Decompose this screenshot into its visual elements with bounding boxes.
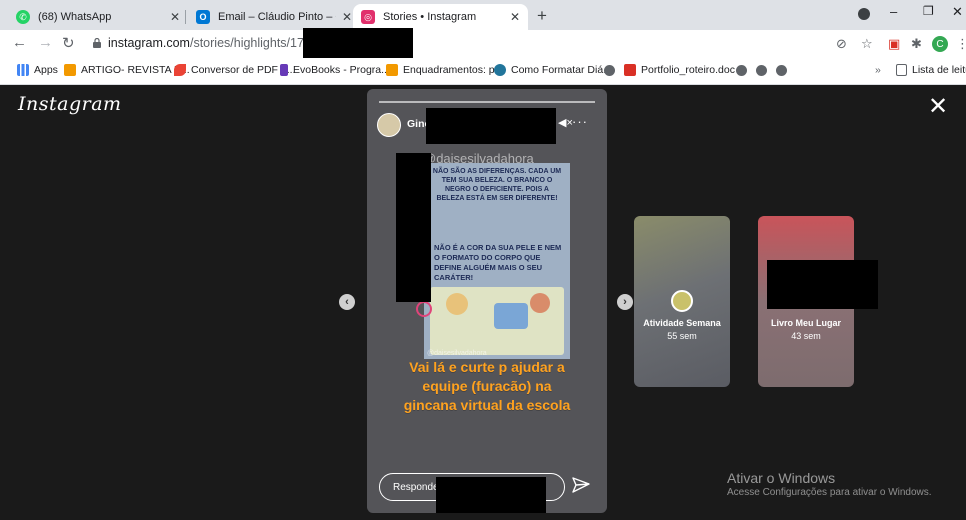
redaction-box	[426, 108, 556, 144]
bookmark-star-icon[interactable]: ☆	[861, 36, 873, 52]
redaction-box	[767, 260, 878, 309]
tab-title: (68) WhatsApp	[38, 11, 112, 23]
illustration-child	[446, 293, 468, 315]
close-tab-icon[interactable]: ✕	[510, 10, 520, 24]
reading-list-icon	[896, 64, 907, 76]
close-tab-icon[interactable]: ✕	[342, 10, 352, 24]
apps-grid-icon	[17, 64, 29, 76]
bookmark-label: EvoBooks - Progra...	[293, 64, 390, 76]
instagram-logo[interactable]: Instagram	[18, 93, 122, 115]
redaction-box	[396, 153, 431, 302]
folder-icon	[386, 64, 398, 76]
bookmark-globe[interactable]	[604, 61, 615, 79]
redaction-box	[303, 28, 413, 60]
close-stories-icon[interactable]: ✕	[928, 92, 948, 121]
poster-text-top: NÃO SÃO AS DIFERENÇAS. CADA UM TEM SUA B…	[432, 168, 562, 202]
illustration-child	[530, 293, 550, 313]
bookmark-label: Lista de leitura	[912, 64, 966, 76]
bookmark-globe[interactable]	[736, 61, 747, 79]
pdf-icon	[624, 64, 636, 76]
instagram-icon: ◎	[361, 10, 375, 24]
highlight-title: Atividade Semana	[643, 318, 721, 328]
bookmark-enquadramentos[interactable]: Enquadramentos: p...	[386, 61, 503, 79]
extension-mail-icon[interactable]: ▣	[888, 36, 900, 52]
tracking-off-icon[interactable]: ⊘	[836, 36, 847, 52]
back-icon[interactable]: ←	[12, 34, 27, 51]
highlight-card-atividade[interactable]: Atividade Semana 55 sem	[634, 216, 730, 387]
bookmark-label: Como Formatar Diá...	[511, 64, 612, 76]
restore-icon[interactable]: ❐	[923, 4, 934, 18]
bookmark-label: Portfolio_roteiro.doc	[641, 64, 735, 76]
menu-kebab-icon[interactable]: ⋮	[956, 36, 966, 52]
globe-icon	[736, 64, 747, 76]
wordpress-icon	[494, 64, 506, 76]
windows-activation-title: Ativar o Windows	[727, 470, 836, 486]
profile-avatar[interactable]: C	[932, 36, 948, 52]
minimize-icon[interactable]: –	[890, 4, 897, 19]
chrome-account-icon[interactable]	[858, 8, 870, 20]
bookmark-portfolio[interactable]: Portfolio_roteiro.doc	[624, 61, 735, 79]
poster-text-main: NÃO É A COR DA SUA PELE E NEM O FORMATO …	[434, 243, 562, 282]
mention-sticker-icon[interactable]	[416, 301, 432, 317]
extensions-puzzle-icon[interactable]: ✱	[911, 36, 922, 52]
tab-whatsapp[interactable]: ✆ (68) WhatsApp ✕	[8, 4, 188, 30]
tab-title: Stories • Instagram	[383, 11, 477, 23]
bookmark-conversor[interactable]: Conversor de PDF a...	[174, 61, 295, 79]
lock-icon	[93, 38, 101, 48]
tab-separator	[185, 10, 186, 24]
whatsapp-icon: ✆	[16, 10, 30, 24]
tab-outlook[interactable]: O Email – Cláudio Pinto – Outlook ✕	[188, 4, 360, 30]
illustration-child	[494, 303, 528, 329]
tab-title: Email – Cláudio Pinto – Outlook	[218, 11, 336, 23]
story-poster-image: NÃO SÃO AS DIFERENÇAS. CADA UM TEM SUA B…	[424, 163, 570, 359]
bookmark-como-formatar[interactable]: Como Formatar Diá...	[494, 61, 612, 79]
bookmark-globe[interactable]	[776, 61, 787, 79]
story-progress-bar	[379, 101, 595, 103]
reading-list-button[interactable]: Lista de leitura	[896, 61, 966, 79]
close-tab-icon[interactable]: ✕	[170, 10, 180, 24]
globe-icon	[776, 64, 787, 76]
bookmark-apps[interactable]: Apps	[17, 61, 58, 79]
reply-placeholder: Responde	[393, 482, 439, 493]
globe-icon	[756, 64, 767, 76]
folder-icon	[64, 64, 76, 76]
reload-icon[interactable]: ↻	[62, 34, 75, 52]
evobooks-icon	[280, 64, 288, 76]
more-options-icon[interactable]: ···	[572, 114, 588, 129]
send-icon[interactable]	[571, 475, 591, 495]
previous-story-icon[interactable]: ‹	[339, 294, 355, 310]
highlight-age: 55 sem	[667, 331, 697, 341]
bookmark-artigo[interactable]: ARTIGO- REVISTA E...	[64, 61, 190, 79]
next-story-icon[interactable]: ›	[617, 294, 633, 310]
globe-icon	[604, 64, 615, 76]
close-window-icon[interactable]: ✕	[952, 4, 963, 20]
pdf-converter-icon	[174, 64, 186, 76]
new-tab-button[interactable]: +	[537, 6, 547, 26]
highlight-title: Livro Meu Lugar	[770, 318, 841, 328]
bookmark-evobooks[interactable]: EvoBooks - Progra...	[280, 61, 390, 79]
mute-icon[interactable]: ◀×	[558, 116, 573, 129]
bookmark-label: Apps	[34, 64, 58, 76]
redaction-box	[436, 477, 546, 513]
forward-icon[interactable]: →	[38, 34, 53, 51]
url-host: instagram.com	[108, 36, 190, 50]
bookmark-label: Enquadramentos: p...	[403, 64, 504, 76]
story-avatar[interactable]	[377, 113, 401, 137]
windows-activation-subtitle: Acesse Configurações para ativar o Windo…	[727, 487, 932, 498]
story-caption: Vai lá e curte p ajudar a equipe (furacã…	[403, 359, 571, 413]
highlight-avatar	[671, 290, 693, 312]
highlight-age: 43 sem	[791, 331, 821, 341]
story-handle-sticker[interactable]: @daisesilvadahora	[427, 350, 487, 357]
more-bookmarks-button[interactable]: »	[875, 61, 881, 79]
outlook-icon: O	[196, 10, 210, 24]
tab-instagram[interactable]: ◎ Stories • Instagram ✕	[353, 4, 528, 30]
bookmark-globe[interactable]	[756, 61, 767, 79]
